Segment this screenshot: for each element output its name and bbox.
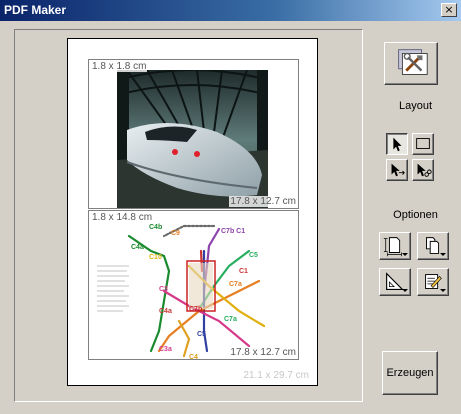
svg-text:C4a: C4a <box>131 244 144 251</box>
svg-text:C7a: C7a <box>224 316 237 323</box>
train-photo <box>117 70 268 208</box>
svg-text:C10: C10 <box>149 254 162 261</box>
svg-text:C5: C5 <box>249 252 258 259</box>
svg-text:C7b C1: C7b C1 <box>221 228 245 235</box>
svg-text:C5: C5 <box>197 331 206 338</box>
photo-position-label: 1.8 x 1.8 cm <box>91 61 148 72</box>
svg-text:C7a: C7a <box>229 281 242 288</box>
layout-label: Layout <box>398 100 433 112</box>
title-bar[interactable]: PDF Maker × <box>0 0 461 21</box>
edit-button[interactable] <box>417 268 449 296</box>
map-size-label: 17.8 x 12.7 cm <box>229 347 297 358</box>
select-tool-button[interactable] <box>386 133 408 155</box>
move-cursor-icon <box>391 163 405 177</box>
move-tool-button[interactable] <box>386 159 408 181</box>
map-slot[interactable]: C4b C9 C7b C1 C4a C5 C10 C1 C7a C3 C7b C… <box>88 210 299 360</box>
control-panel: Layout Optionen Erzeugen <box>370 29 461 409</box>
window-title: PDF Maker <box>4 3 67 17</box>
photo-size-label: 17.8 x 12.7 cm <box>229 196 297 207</box>
options-label: Optionen <box>393 209 438 221</box>
page-copy-button[interactable] <box>417 232 449 260</box>
scissors-cursor-icon <box>417 163 432 177</box>
chevron-down-icon <box>402 289 408 292</box>
page-preview: 21.1 x 29.7 cm 1.8 x 1.8 cm 17.8 x 12.7 … <box>67 38 318 386</box>
svg-text:C3: C3 <box>159 286 168 293</box>
svg-text:C9: C9 <box>171 230 180 237</box>
cut-tool-button[interactable] <box>412 159 434 181</box>
svg-text:C7b: C7b <box>189 306 202 313</box>
generate-button-label: Erzeugen <box>386 367 434 379</box>
svg-text:C4: C4 <box>189 354 198 360</box>
chevron-down-icon <box>440 253 446 256</box>
rectangle-tool-button[interactable] <box>412 133 434 155</box>
pdf-maker-window: PDF Maker × 21.1 x 29.7 cm 1.8 x 1.8 cm … <box>0 0 461 414</box>
photo-slot[interactable]: 1.8 x 1.8 cm 17.8 x 12.7 cm <box>88 59 299 209</box>
close-button[interactable]: × <box>441 3 457 17</box>
generate-button[interactable]: Erzeugen <box>382 351 438 395</box>
chevron-down-icon <box>440 289 446 292</box>
arrow-cursor-icon <box>393 137 402 152</box>
tools-icon <box>398 49 428 75</box>
rectangle-icon <box>416 138 430 149</box>
transit-map: C4b C9 C7b C1 C4a C5 C10 C1 C7a C3 C7b C… <box>94 224 266 360</box>
svg-text:C1: C1 <box>239 268 248 275</box>
settings-button[interactable] <box>384 42 438 85</box>
page-size-label: 21.1 x 29.7 cm <box>243 370 309 381</box>
svg-text:C4b: C4b <box>149 224 162 231</box>
margins-button[interactable] <box>379 268 411 296</box>
svg-text:C4a: C4a <box>159 308 172 315</box>
map-position-label: 1.8 x 14.8 cm <box>91 212 154 223</box>
page-format-button[interactable] <box>379 232 411 260</box>
chevron-down-icon <box>402 253 408 256</box>
svg-text:C3a: C3a <box>159 346 172 353</box>
